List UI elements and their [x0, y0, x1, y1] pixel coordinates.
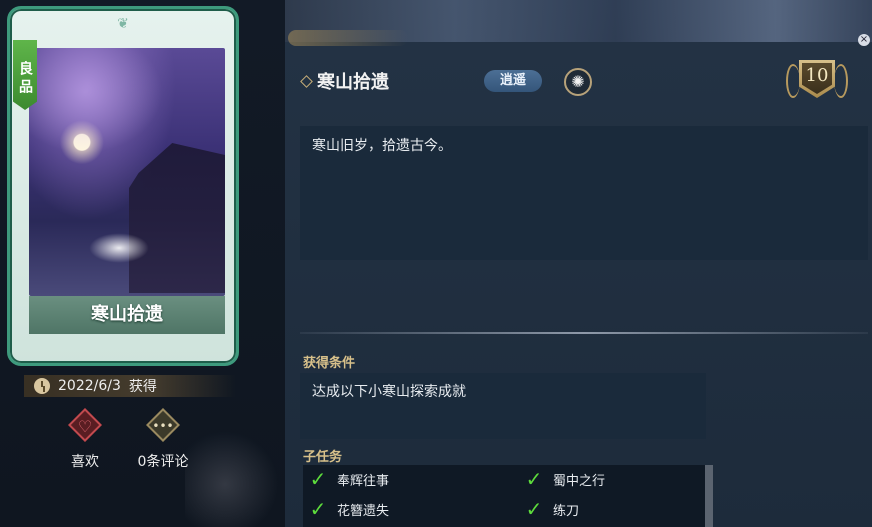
card-name: 寒山拾遗 — [29, 296, 225, 334]
checkmark-icon: ✓ — [525, 497, 543, 521]
subtask-item: ✓ 花簪遗失 — [305, 498, 389, 520]
blossom-tree — [29, 48, 169, 158]
detail-title: 寒山拾遗 — [317, 72, 389, 93]
description-text: 寒山旧岁，拾遗古今。 — [312, 138, 452, 154]
like-label: 喜欢 — [71, 454, 99, 470]
subtask-item: ✓ 蜀中之行 — [521, 468, 605, 490]
detail-panel — [285, 42, 872, 527]
subtasks-label: 子任务 — [303, 450, 343, 465]
subtask-label: 花簪遗失 — [337, 503, 390, 519]
rarity-ribbon: 良品 — [13, 40, 37, 110]
subtask-item: ✓ 练刀 — [521, 498, 579, 520]
clock-icon — [34, 378, 50, 394]
card-actions: ♡ 喜欢 ••• 0条评论 — [55, 408, 225, 470]
checkmark-icon: ✓ — [309, 467, 327, 491]
obtained-date-bar: 2022/6/3 获得 — [24, 375, 236, 397]
lotus-ornament-icon: ❦ — [117, 16, 129, 32]
subtask-label: 练刀 — [553, 503, 580, 519]
obtained-date: 2022/6/3 — [58, 378, 121, 394]
condition-label: 获得条件 — [303, 356, 356, 371]
condition-text: 达成以下小寒山探索成就 — [312, 384, 466, 400]
section-divider — [300, 332, 868, 334]
obtained-label: 获得 — [128, 379, 157, 395]
subtask-item: ✓ 奉辉往事 — [305, 468, 389, 490]
like-button[interactable]: ♡ 喜欢 — [55, 408, 115, 471]
subtask-label: 奉辉往事 — [337, 473, 390, 489]
comment-label: 0条评论 — [137, 454, 189, 470]
detail-title-row: 寒山拾遗 — [300, 68, 389, 94]
description-box: 寒山旧岁，拾遗古今。 — [300, 126, 868, 260]
comment-button[interactable]: ••• 0条评论 — [133, 408, 193, 471]
heart-icon: ♡ — [77, 417, 93, 436]
speech-bubble-icon: ••• — [152, 419, 174, 433]
laurel-right-icon — [834, 64, 848, 98]
close-icon[interactable]: × — [858, 34, 870, 46]
level-badge: 10 — [786, 58, 848, 102]
subtask-label: 蜀中之行 — [553, 473, 606, 489]
lantern-glow — [89, 233, 149, 263]
condition-box: 达成以下小寒山探索成就 — [300, 373, 706, 439]
subtasks-list: ✓ 奉辉往事 ✓ 蜀中之行 ✓ 花簪遗失 ✓ 练刀 — [303, 465, 707, 527]
subtasks-scrollbar[interactable] — [705, 465, 713, 527]
checkmark-icon: ✓ — [525, 467, 543, 491]
pinwheel-icon[interactable]: ✺ — [564, 68, 592, 96]
checkmark-icon: ✓ — [309, 497, 327, 521]
panel-top-ornament — [288, 30, 408, 46]
card-artwork — [29, 48, 225, 296]
category-tag: 逍遥 — [484, 70, 543, 92]
laurel-left-icon — [786, 64, 800, 98]
achievement-card[interactable]: ❦ 寒山拾遗 良品 — [7, 6, 239, 366]
pavilion-silhouette — [129, 143, 225, 293]
diamond-bullet-icon — [300, 74, 313, 88]
